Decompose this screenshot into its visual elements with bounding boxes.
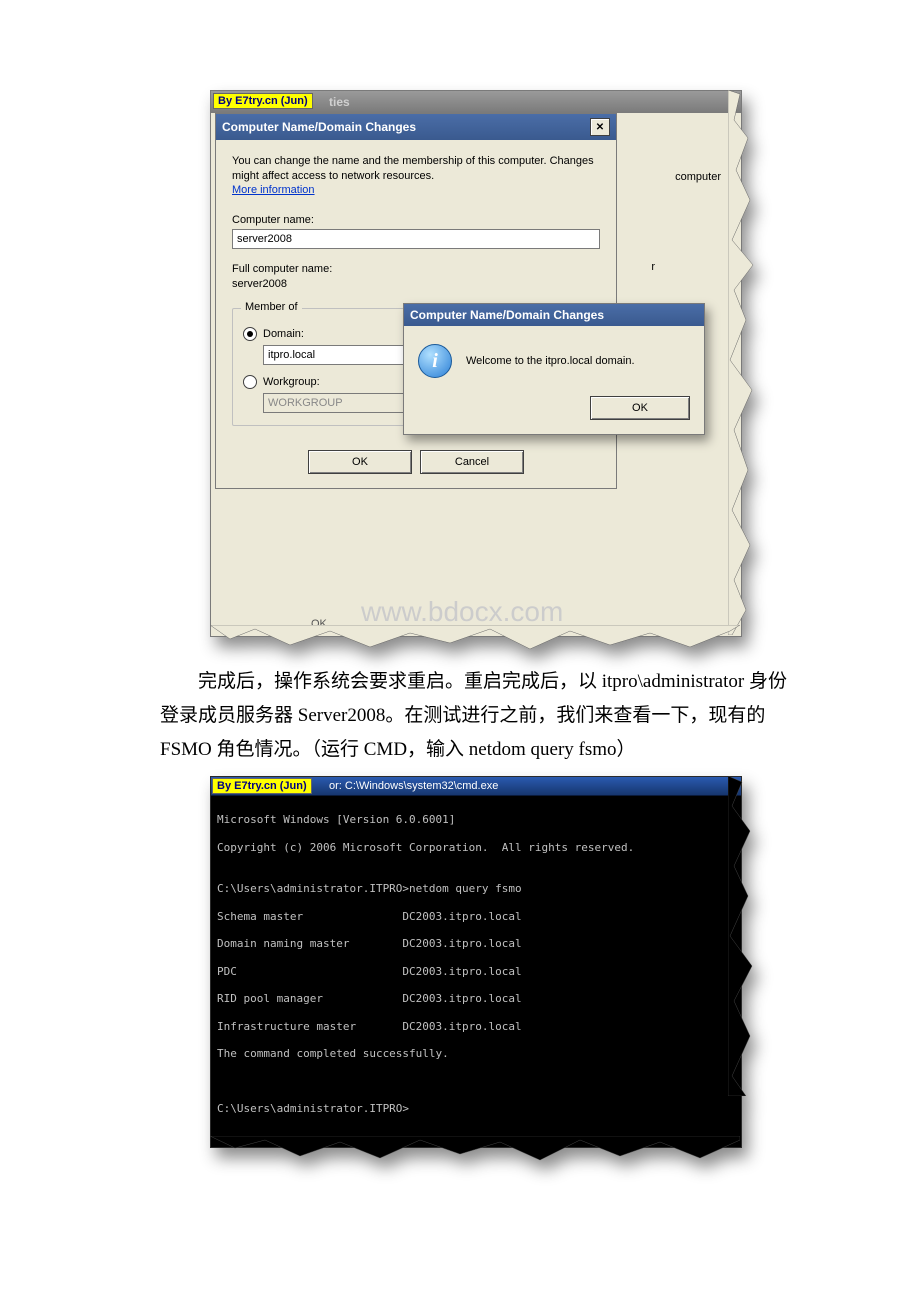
member-of-legend: Member of xyxy=(241,301,302,313)
full-name-label: Full computer name: xyxy=(232,263,600,275)
bg-ok-fragment: OK xyxy=(311,618,327,630)
workgroup-radio[interactable] xyxy=(243,375,257,389)
doc-paragraph: 完成后，操作系统会要求重启。重启完成后，以 itpro\administrato… xyxy=(160,665,790,768)
info-icon: i xyxy=(418,344,452,378)
close-icon[interactable]: ✕ xyxy=(590,118,610,136)
screenshot-domain-dialog: By E7try.cn (Jun) ties computer r Comput… xyxy=(210,90,740,637)
dialog1-cancel-button[interactable]: Cancel xyxy=(420,450,524,474)
domain-radio-label: Domain: xyxy=(263,328,304,340)
workgroup-radio-label: Workgroup: xyxy=(263,376,320,388)
watermark-badge: By E7try.cn (Jun) xyxy=(213,93,313,109)
cmd-title-path: C:\Windows\system32\cmd.exe xyxy=(345,780,498,792)
watermark-text: www.bdocx.com xyxy=(361,596,563,628)
msgbox-ok-button[interactable]: OK xyxy=(590,396,690,420)
msgbox-text: Welcome to the itpro.local domain. xyxy=(466,355,635,367)
bg-label-r: r xyxy=(651,261,655,273)
computer-name-label: Computer name: xyxy=(232,214,600,226)
msgbox-title: Computer Name/Domain Changes xyxy=(410,308,604,322)
dialog1-ok-button[interactable]: OK xyxy=(308,450,412,474)
dialog1-titlebar: Computer Name/Domain Changes ✕ xyxy=(216,114,616,140)
computer-name-input[interactable] xyxy=(232,229,600,249)
full-name-value: server2008 xyxy=(232,278,600,290)
domain-radio[interactable] xyxy=(243,327,257,341)
cmd-output: Microsoft Windows [Version 6.0.6001] Cop… xyxy=(211,796,741,1148)
cmd-title-prefix: or: xyxy=(329,780,342,792)
cmd-titlebar: By E7try.cn (Jun) or: C:\Windows\system3… xyxy=(211,777,741,796)
bg-title-suffix: ties xyxy=(329,95,350,109)
screenshot-cmd: By E7try.cn (Jun) or: C:\Windows\system3… xyxy=(210,776,740,1149)
bg-label-computer: computer xyxy=(675,171,721,183)
dialog1-title: Computer Name/Domain Changes xyxy=(222,120,416,134)
welcome-msgbox: Computer Name/Domain Changes i Welcome t… xyxy=(403,303,705,435)
more-info-link[interactable]: More information xyxy=(232,184,315,196)
msgbox-titlebar: Computer Name/Domain Changes xyxy=(404,304,704,326)
watermark-badge-2: By E7try.cn (Jun) xyxy=(212,778,312,794)
dialog1-description: You can change the name and the membersh… xyxy=(232,154,600,184)
